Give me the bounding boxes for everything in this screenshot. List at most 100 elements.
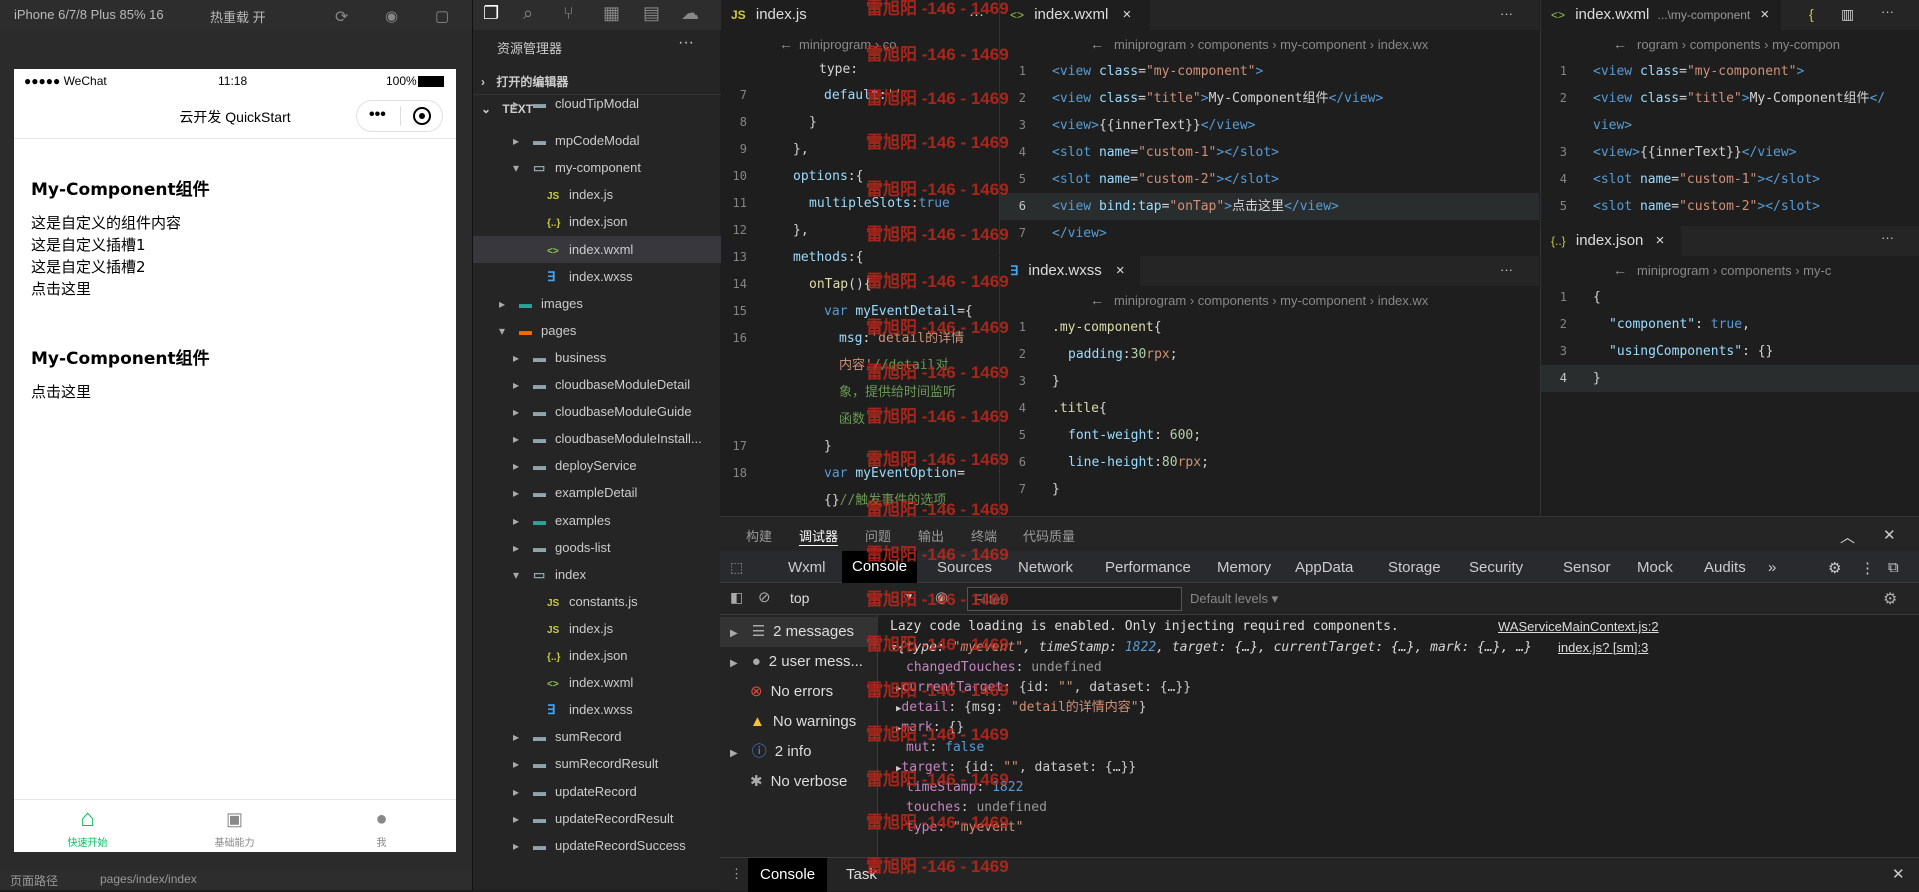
split-editor-icon[interactable]: ▥ <box>1841 6 1854 23</box>
code-area[interactable]: 1 <view class="my-component"> 2 <view clas… <box>1541 58 1919 225</box>
tab-me[interactable]: ● 我 <box>308 804 455 849</box>
clear-console-icon[interactable]: ⊘ <box>758 588 771 606</box>
tree-item[interactable]: <> index.wxml <box>473 669 721 696</box>
nav-back-icon[interactable]: ← <box>779 36 793 52</box>
close-drawer-icon[interactable]: ✕ <box>1892 865 1905 883</box>
breadcrumb-path[interactable]: miniprogram › co <box>799 37 897 52</box>
code-area[interactable]: 1{ 2 "component": true, 3 "usingComponents… <box>1541 284 1919 516</box>
tab-index-wxml[interactable]: <> index.wxml × <box>1000 0 1150 30</box>
open-editors-section[interactable]: › 打开的编辑器 <box>473 69 721 95</box>
page-path[interactable]: pages/index/index <box>100 872 197 886</box>
tab-build[interactable]: 构建 <box>746 526 772 545</box>
close-icon[interactable]: × <box>1123 6 1132 23</box>
undock-icon[interactable]: ⧉ <box>1888 559 1899 576</box>
console-output[interactable]: Lazy code loading is enabled. Only injec… <box>878 615 1919 857</box>
more-actions-icon[interactable]: ··· <box>1881 4 1894 19</box>
filter-verbose[interactable]: ✱ No verbose <box>720 767 878 797</box>
tab-code-quality[interactable]: 代码质量 <box>1023 526 1075 545</box>
tree-item[interactable]: ▾ ▬ pages <box>473 317 721 344</box>
nav-back-icon[interactable]: ← <box>1090 292 1104 308</box>
tab-debugger[interactable]: 调试器 <box>799 526 839 546</box>
tree-item[interactable]: ▸ ▬ mpCodeModal <box>473 127 721 154</box>
breadcrumb-path[interactable]: miniprogram › components › my-component … <box>1114 37 1428 52</box>
log-source-link[interactable]: index.js? [sm]:3 <box>1558 638 1648 658</box>
nav-back-icon[interactable]: ← <box>1090 36 1104 52</box>
kebab-menu-icon[interactable]: ⋮ <box>1860 559 1875 577</box>
tab-terminal[interactable]: 终端 <box>971 526 997 545</box>
nav-back-icon[interactable]: ← <box>1613 36 1627 52</box>
tree-item[interactable]: ▸ ▬ business <box>473 344 721 371</box>
more-actions-icon[interactable]: ··· <box>1500 6 1513 21</box>
tree-item[interactable]: ▸ ▬ updateRecordResult <box>473 805 721 832</box>
tab-network[interactable]: Network <box>1018 559 1073 576</box>
tree-item[interactable]: {..} index.json <box>473 642 721 669</box>
search-icon[interactable]: ⌕ <box>523 3 533 24</box>
git-icon[interactable]: ⑂ <box>563 3 574 24</box>
close-icon[interactable]: × <box>1760 6 1769 23</box>
tree-item[interactable]: ▸ ▬ sumRecord <box>473 723 721 750</box>
tab-quickstart[interactable]: ⌂ 快速开始 <box>14 804 161 849</box>
tree-item[interactable]: <> index.wxml <box>473 235 721 263</box>
drawer-tab-task[interactable]: Task <box>846 866 877 883</box>
tree-item[interactable]: ▾ ▭ index <box>473 561 721 588</box>
tree-item[interactable]: ▸ ▬ deployService <box>473 452 721 479</box>
log-levels-select[interactable]: Default levels ▾ <box>1190 591 1278 607</box>
more-tabs-icon[interactable]: » <box>1768 559 1776 576</box>
tab-problems[interactable]: 问题 <box>865 526 891 545</box>
tab-appdata[interactable]: AppData <box>1295 559 1353 576</box>
tap-here-button[interactable]: 点击这里 <box>31 278 441 300</box>
tab-basic[interactable]: ▣ 基础能力 <box>161 804 308 849</box>
event-object[interactable]: ▾{type: "myevent", timeStamp: 1822, targ… <box>890 638 1532 658</box>
drawer-tab-console[interactable]: Console <box>748 858 828 892</box>
code-area[interactable]: 1 .my-component{ 2 padding:30rpx; 3} 4 .tit… <box>1000 314 1539 516</box>
debug-icon[interactable]: ▤ <box>643 3 660 24</box>
tab-wxml[interactable]: Wxml <box>788 559 826 576</box>
settings-icon[interactable]: ⚙ <box>1828 559 1841 577</box>
capsule-button[interactable]: ••• <box>356 100 443 132</box>
tree-item[interactable]: ▸ ▬ cloudbaseModuleGuide <box>473 398 721 425</box>
tree-item[interactable]: ▾ ▭ my-component <box>473 154 721 181</box>
filter-warnings[interactable]: ▲ No warnings <box>720 707 878 737</box>
tab-sensor[interactable]: Sensor <box>1563 559 1611 576</box>
close-mp-icon[interactable] <box>413 107 431 125</box>
tree-item[interactable]: ∃ index.wxss <box>473 696 721 723</box>
more-actions-icon[interactable]: ··· <box>1881 230 1894 245</box>
tree-item[interactable]: ▸ ▬ sumRecordResult <box>473 750 721 777</box>
hot-reload-toggle[interactable]: 热重载 开 <box>210 7 266 26</box>
tree-item[interactable]: ▸ ▬ examples <box>473 507 721 534</box>
kebab-menu-icon[interactable]: ⋮ <box>730 866 743 882</box>
close-icon[interactable]: ✕ <box>1883 526 1896 544</box>
code-area[interactable]: type: 7 default:'' 8} 9}, 10 options:{ 11 m… <box>721 58 998 516</box>
tree-item[interactable]: ▸ ▬ images <box>473 290 721 317</box>
tree-item[interactable]: {..} index.json <box>473 208 721 235</box>
tree-item[interactable]: ▸ ▬ cloudbaseModuleDetail <box>473 371 721 398</box>
filter-errors[interactable]: ⊗ No errors <box>720 677 878 707</box>
console-settings-icon[interactable]: ⚙ <box>1883 589 1897 609</box>
tab-sources[interactable]: Sources <box>937 559 992 576</box>
tree-item[interactable]: ▸ ▬ cloudTipModal <box>473 98 721 117</box>
more-actions-icon[interactable]: ··· <box>1500 262 1513 277</box>
tree-item[interactable]: JS constants.js <box>473 588 721 615</box>
tab-audits[interactable]: Audits <box>1704 559 1746 576</box>
tree-item[interactable]: JS index.js <box>473 181 721 208</box>
tree-item[interactable]: ▸ ▬ goods-list <box>473 534 721 561</box>
tab-index-wxml-right[interactable]: <> index.wxml ...\my-component × <box>1541 0 1781 30</box>
tab-index-json[interactable]: {..} index.json × <box>1541 226 1681 256</box>
chevron-up-icon[interactable]: ︿ <box>1840 526 1855 547</box>
rotate-icon[interactable]: ▢ <box>435 7 449 25</box>
extensions-icon[interactable]: ▦ <box>603 3 620 24</box>
close-icon[interactable]: × <box>1656 232 1665 249</box>
close-icon[interactable]: × <box>1116 262 1125 279</box>
tab-performance[interactable]: Performance <box>1105 559 1191 576</box>
tab-index-wxss[interactable]: ∃ index.wxss × <box>1000 256 1140 286</box>
tap-here-button[interactable]: 点击这里 <box>31 381 441 403</box>
files-icon[interactable]: ❐ <box>483 3 499 24</box>
nav-back-icon[interactable]: ← <box>1613 262 1627 278</box>
log-source-link[interactable]: WAServiceMainContext.js:2 <box>1498 617 1659 637</box>
more-actions-icon[interactable]: ··· <box>969 0 984 30</box>
tree-item[interactable]: ∃ index.wxss <box>473 263 721 290</box>
filter-messages[interactable]: ▶ ☰ 2 messages <box>720 617 878 647</box>
tab-security[interactable]: Security <box>1469 559 1523 576</box>
sidebar-toggle-icon[interactable]: ◧ <box>730 589 743 606</box>
inspect-icon[interactable]: ⬚ <box>730 559 743 576</box>
